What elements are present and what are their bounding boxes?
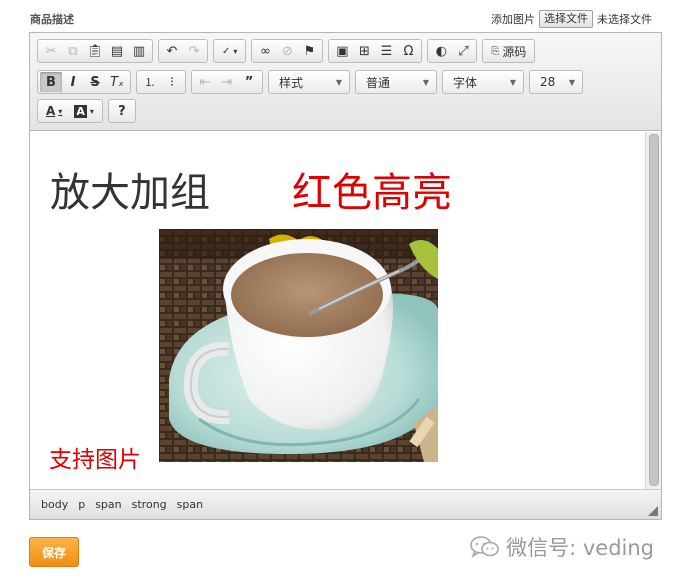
wechat-icon [470,536,499,559]
cut-icon[interactable]: ✂ [40,41,62,61]
outdent-icon[interactable]: ⇤ [194,72,216,92]
source-icon: ⎘ [491,45,500,57]
element-path-bar: body p span strong span [30,489,661,519]
chevron-down-icon: ▼ [335,78,342,87]
no-file-text: 未选择文件 [597,13,652,26]
help-icon[interactable]: ? [111,101,133,121]
size-combo[interactable]: 28 ▼ [529,70,583,94]
coffee-cup-image [159,229,438,462]
anchor-icon[interactable]: ⚑ [298,41,320,61]
paste-text-icon[interactable]: ▤ [106,41,128,61]
highlight-text: 红色高亮 [292,170,452,216]
image-caption: 支持图片 [49,447,141,473]
paste-icon[interactable]: 📋︎ [84,41,106,61]
editor-toolbar: ✂ ⧉ 📋︎ ▤ ▥ ↶ ↷ ✓ ▾ ∞ ⊘ ⚑ ▣ ⊞ ☰ Ω ◐ ⤢ ⎘ 源… [30,33,661,131]
choose-file-button[interactable]: 选择文件 [539,10,593,28]
wechat-watermark: 微信号: veding [470,532,654,562]
path-item[interactable]: p [78,498,85,511]
undo-icon[interactable]: ↶ [161,41,183,61]
indent-icon[interactable]: ⇥ [216,72,238,92]
watermark-text: 微信号: veding [506,536,654,560]
format-combo[interactable]: 样式 ▼ [268,70,350,94]
scrollbar-thumb[interactable] [649,134,659,486]
format-combo-label: 样式 [279,75,304,90]
path-item[interactable]: span [177,498,203,511]
source-button[interactable]: ⎘ 源码 [485,41,532,61]
table-icon[interactable]: ⊞ [353,41,375,61]
save-button[interactable]: 保存 [29,537,79,567]
preview-icon[interactable]: ◐ [430,41,452,61]
blockquote-icon[interactable]: ” [238,72,260,92]
paragraph-combo-label: 普通 [366,75,391,90]
numbered-list-icon[interactable]: ⒈ [139,72,161,92]
upload-label: 添加图片 [491,13,535,26]
path-item[interactable]: strong [132,498,167,511]
text-color-icon[interactable]: A ▾ [40,101,68,121]
rich-text-editor: ✂ ⧉ 📋︎ ▤ ▥ ↶ ↷ ✓ ▾ ∞ ⊘ ⚑ ▣ ⊞ ☰ Ω ◐ ⤢ ⎘ 源… [29,32,662,520]
font-combo[interactable]: 字体 ▼ [442,70,524,94]
editor-content-area[interactable]: 放大加组 红色高亮 支持图片 [30,132,646,490]
path-item[interactable]: span [95,498,121,511]
remove-format-icon[interactable]: Tₓ [106,72,128,92]
vertical-scrollbar[interactable] [645,132,661,490]
field-label: 商品描述 [30,13,74,26]
font-combo-label: 字体 [453,75,478,90]
spellcheck-icon[interactable]: ✓ ▾ [216,41,243,61]
bullet-list-icon[interactable]: ⁝ [161,72,183,92]
special-char-icon[interactable]: Ω [397,41,419,61]
redo-icon[interactable]: ↷ [183,41,205,61]
bold-icon[interactable]: B [40,72,62,92]
link-icon[interactable]: ∞ [254,41,276,61]
source-label: 源码 [502,44,527,59]
chevron-down-icon: ▼ [422,78,429,87]
chevron-down-icon: ▼ [568,78,575,87]
paste-word-icon[interactable]: ▥ [128,41,150,61]
paragraph-combo[interactable]: 普通 ▼ [355,70,437,94]
path-item[interactable]: body [41,498,68,511]
size-combo-label: 28 [540,75,556,89]
strike-icon[interactable]: S [84,72,106,92]
chevron-down-icon: ▼ [509,78,516,87]
large-text: 放大加组 [50,170,210,216]
copy-icon[interactable]: ⧉ [62,41,84,61]
bg-color-icon[interactable]: A ▾ [68,101,100,121]
image-icon[interactable]: ▣ [331,41,353,61]
resize-handle-icon[interactable] [648,506,658,516]
unlink-icon[interactable]: ⊘ [276,41,298,61]
maximize-icon[interactable]: ⤢ [452,41,474,61]
italic-icon[interactable]: I [62,72,84,92]
horizontal-line-icon[interactable]: ☰ [375,41,397,61]
image-upload: 添加图片 选择文件 未选择文件 [491,10,652,28]
